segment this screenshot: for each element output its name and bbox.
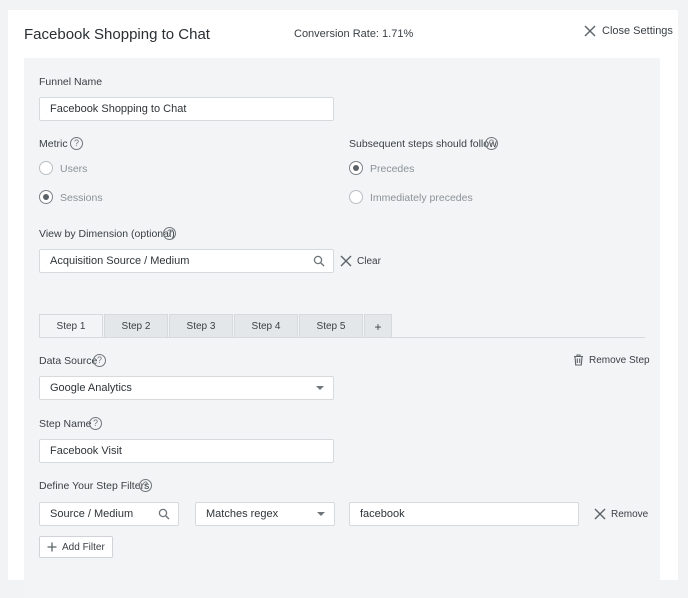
clear-label: Clear (357, 255, 381, 267)
trash-icon (574, 354, 583, 366)
metric-users-radio[interactable] (39, 161, 53, 175)
chevron-down-icon (316, 386, 324, 390)
remove-step-label: Remove Step (589, 354, 650, 366)
page-title: Facebook Shopping to Chat (24, 26, 210, 43)
filter-field-value: Source / Medium (50, 508, 134, 520)
plus-icon (47, 542, 57, 552)
remove-filter-button[interactable]: Remove (594, 508, 648, 520)
clear-dimension-button[interactable]: Clear (340, 255, 381, 267)
tab-step-1[interactable]: Step 1 (39, 314, 103, 338)
immediately-precedes-radio[interactable] (349, 190, 363, 204)
tab-step-2[interactable]: Step 2 (104, 314, 168, 338)
filters-help-icon[interactable]: ? (139, 479, 152, 492)
tab-divider (39, 337, 645, 338)
settings-panel: Funnel Name Facebook Shopping to Chat Me… (24, 58, 660, 598)
tab-step-5[interactable]: Step 5 (299, 314, 363, 338)
step-name-help-icon[interactable]: ? (89, 417, 102, 430)
dimension-value: Acquisition Source / Medium (50, 255, 190, 267)
conversion-rate: Conversion Rate: 1.71% (294, 28, 414, 40)
close-settings-button[interactable]: Close Settings (584, 25, 673, 37)
immediately-precedes-label: Immediately precedes (370, 192, 473, 204)
data-source-help-icon[interactable]: ? (93, 354, 106, 367)
step-name-input[interactable]: Facebook Visit (39, 439, 334, 463)
filter-operator-value: Matches regex (206, 508, 279, 520)
precedes-radio[interactable] (349, 161, 363, 175)
precedes-label: Precedes (370, 163, 415, 175)
data-source-label: Data Source (39, 355, 98, 367)
filters-label: Define Your Step Filters (39, 480, 150, 492)
metric-sessions-radio[interactable] (39, 190, 53, 204)
filter-operator-select[interactable]: Matches regex (195, 502, 335, 526)
search-icon[interactable] (158, 508, 170, 520)
subsequent-help-icon[interactable]: ? (485, 137, 498, 150)
close-settings-label: Close Settings (602, 25, 673, 37)
data-source-value: Google Analytics (50, 382, 132, 394)
subsequent-label: Subsequent steps should follow (349, 138, 497, 150)
tab-step-3[interactable]: Step 3 (169, 314, 233, 338)
metric-sessions-label: Sessions (60, 192, 103, 204)
dimension-label: View by Dimension (optional) (39, 228, 175, 240)
close-icon (340, 255, 352, 267)
dimension-input[interactable]: Acquisition Source / Medium (39, 249, 334, 273)
funnel-name-label: Funnel Name (39, 76, 103, 88)
add-step-tab[interactable]: + (364, 314, 392, 338)
step-name-label: Step Name (39, 418, 92, 430)
filter-value-input[interactable]: facebook (349, 502, 579, 526)
add-filter-label: Add Filter (62, 541, 105, 553)
search-icon[interactable] (313, 255, 325, 267)
data-source-select[interactable]: Google Analytics (39, 376, 334, 400)
close-icon (594, 508, 606, 520)
metric-help-icon[interactable]: ? (70, 137, 83, 150)
filter-field-input[interactable]: Source / Medium (39, 502, 179, 526)
dimension-help-icon[interactable]: ? (163, 227, 176, 240)
funnel-settings-card: Facebook Shopping to Chat Conversion Rat… (8, 10, 678, 598)
close-icon (584, 25, 596, 37)
tab-step-4[interactable]: Step 4 (234, 314, 298, 338)
funnel-name-input[interactable]: Facebook Shopping to Chat (39, 97, 334, 121)
chevron-down-icon (317, 512, 325, 516)
metric-label: Metric (39, 138, 68, 150)
add-filter-button[interactable]: Add Filter (39, 536, 113, 558)
remove-step-button[interactable]: Remove Step (573, 354, 650, 366)
step-tabs: Step 1 Step 2 Step 3 Step 4 Step 5 + (39, 314, 393, 338)
remove-filter-label: Remove (611, 508, 649, 520)
metric-users-label: Users (60, 163, 88, 175)
